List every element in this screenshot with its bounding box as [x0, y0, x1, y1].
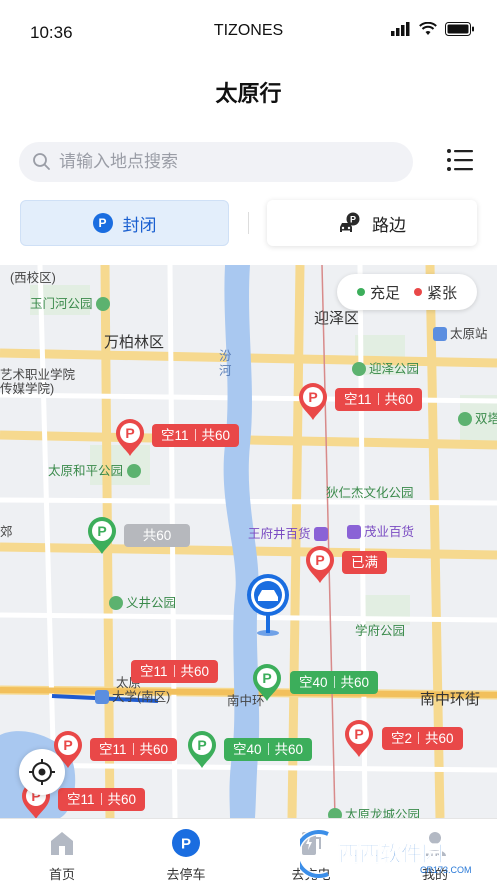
park-icon	[328, 808, 342, 818]
parking-pin-red[interactable]: P	[343, 718, 375, 758]
map-label-heping: 太原和平公园	[48, 460, 144, 479]
map-label-yingze: 迎泽区	[314, 310, 360, 327]
park-icon	[126, 464, 141, 478]
parking-tag[interactable]: 空40 共60	[290, 671, 379, 694]
parking-tag[interactable]: 共60	[124, 524, 190, 547]
parking-pin-green[interactable]: P	[186, 729, 218, 769]
search-bar[interactable]: 请输入地点搜索	[19, 142, 413, 182]
map-label-wangfujing: 王府井百货	[248, 523, 331, 542]
parking-pin-red[interactable]: P	[114, 417, 146, 457]
map-label-college2: 传媒学院)	[0, 382, 55, 396]
signal-icon	[391, 22, 410, 36]
search-input[interactable]: 请输入地点搜索	[59, 142, 399, 182]
nav-parking[interactable]: P 去停车	[141, 819, 231, 883]
nav-parking-label: 去停车	[166, 867, 206, 882]
svg-text:P: P	[350, 215, 356, 225]
park-icon	[352, 362, 366, 376]
svg-text:P: P	[97, 523, 106, 539]
svg-text:P: P	[63, 737, 72, 753]
roadside-parking-icon: P	[340, 212, 360, 232]
park-icon	[96, 297, 110, 311]
school-icon	[95, 690, 109, 704]
svg-text:P: P	[125, 425, 134, 441]
battery-icon	[445, 22, 474, 36]
map-legend: 充足 紧张	[337, 274, 477, 310]
watermark-text: 西西软件园	[338, 842, 443, 866]
watermark-logo: 西西软件园 CR173.COM	[300, 828, 472, 878]
map-label-direnjie: 狄仁杰文化公园	[326, 486, 414, 500]
parking-tag[interactable]: 空40 共60	[224, 738, 313, 761]
svg-text:P: P	[181, 836, 191, 853]
svg-text:P: P	[262, 670, 271, 686]
map-label-wanbailin: 万柏林区	[104, 334, 165, 351]
list-icon[interactable]	[446, 146, 474, 174]
parking-tag[interactable]: 空11 共60	[152, 424, 240, 447]
status-icons	[391, 22, 475, 36]
shopping-icon	[347, 525, 361, 539]
park-icon	[109, 596, 123, 610]
status-bar: 10:36 TIZONES	[0, 0, 497, 62]
current-location-marker	[247, 574, 289, 636]
shopping-icon	[314, 527, 328, 541]
watermark-url: CR173.COM	[420, 865, 472, 875]
parking-tag[interactable]: 空11 共60	[90, 738, 178, 761]
parking-icon: P	[92, 213, 113, 233]
page-title: 太原行	[215, 81, 282, 106]
search-icon	[33, 153, 50, 170]
map-view[interactable]: (西校区) 玉门河公园 万柏林区 迎泽区 太原站 汾 河 迎泽公园 艺术职业学院…	[0, 265, 497, 818]
parking-pin-red[interactable]: P	[297, 381, 329, 421]
parking-tag[interactable]: 空11 共60	[58, 788, 146, 811]
parking-tag[interactable]: 空2 共60	[382, 727, 463, 750]
svg-text:P: P	[354, 726, 363, 742]
tab-closed[interactable]: P 封闭	[20, 200, 229, 246]
map-label-taiyuan-station: 太原站	[433, 323, 488, 342]
map-label-xixiao: (西校区)	[10, 271, 56, 285]
tab-divider	[248, 212, 249, 234]
nav-home[interactable]: 首页	[17, 819, 107, 883]
map-label-yumenhe: 玉门河公园	[30, 293, 113, 312]
park-icon	[458, 412, 472, 426]
map-label-maoye: 茂业百货	[347, 521, 414, 540]
parking-icon: P	[172, 829, 200, 857]
map-label-taiyuan-u2: 大学(南区)	[95, 686, 170, 705]
map-label-jiao: 郊	[0, 525, 13, 539]
parking-tag[interactable]: 空11 共60	[131, 660, 219, 683]
wifi-icon	[419, 22, 437, 35]
map-label-shuangta: 双塔公	[458, 408, 497, 427]
legend-tight: 紧张	[414, 282, 457, 303]
parking-tag[interactable]: 空11 共60	[335, 388, 423, 411]
tab-roadside-label: 路边	[372, 215, 406, 235]
map-label-yingze-park: 迎泽公园	[352, 358, 419, 377]
crosshair-icon	[29, 759, 55, 785]
map-label-xuefu: 学府公园	[355, 624, 406, 638]
map-label-he: 河	[219, 364, 232, 378]
tab-closed-label: 封闭	[122, 215, 157, 235]
svg-text:P: P	[308, 389, 317, 405]
parking-pin-green[interactable]: P	[251, 662, 283, 702]
parking-tag[interactable]: 已满	[342, 551, 387, 574]
nav-home-label: 首页	[48, 867, 75, 882]
svg-text:P: P	[315, 552, 324, 568]
map-label-longcheng: 太原龙城公园	[328, 804, 420, 818]
tab-roadside[interactable]: P 路边	[267, 200, 477, 246]
map-label-nanzhonghuan2: 南中环街	[420, 691, 481, 708]
parking-pin-green[interactable]: P	[86, 515, 118, 555]
svg-text:P: P	[197, 737, 206, 753]
locate-button[interactable]	[19, 749, 65, 795]
legend-ample: 充足	[356, 282, 400, 303]
station-icon	[433, 327, 447, 341]
parking-pin-red[interactable]: P	[304, 544, 336, 584]
map-label-yijing: 义井公园	[109, 592, 176, 611]
home-icon	[51, 832, 73, 855]
